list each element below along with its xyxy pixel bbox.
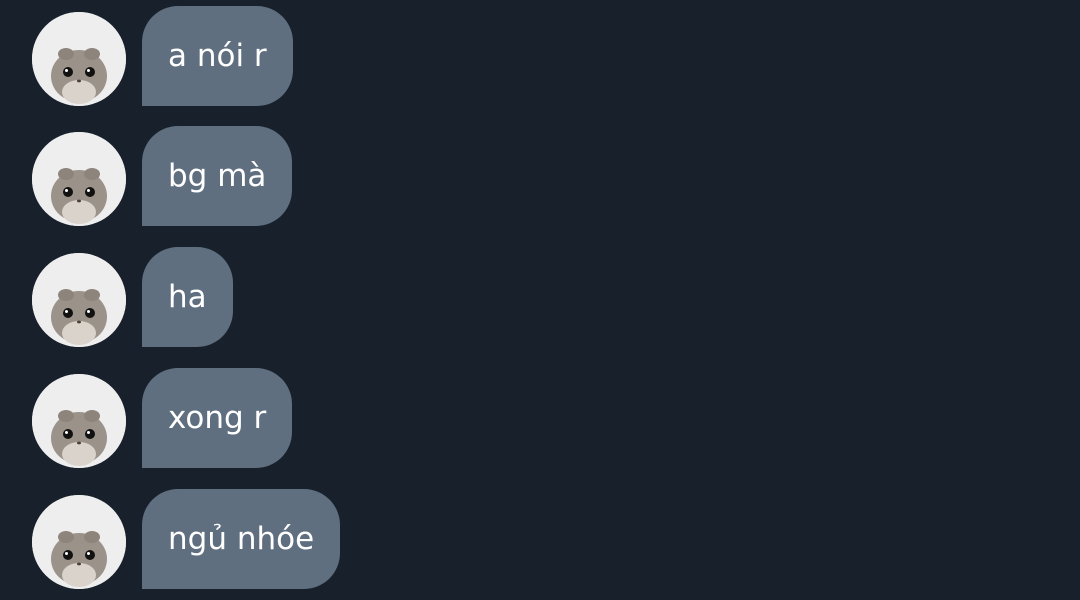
message-text: ngủ nhóe xyxy=(168,520,315,557)
message-row: ngủ nhóe xyxy=(0,489,1080,589)
message-bubble[interactable]: a nói r xyxy=(142,6,293,106)
hamster-avatar-icon[interactable] xyxy=(32,132,126,226)
chat-message-list: a nói r bg mà ha xong r ngủ nhóe xyxy=(0,0,1080,600)
message-text: bg mà xyxy=(168,157,267,194)
message-row: bg mà xyxy=(0,126,1080,226)
message-bubble[interactable]: bg mà xyxy=(142,126,293,226)
message-row: xong r xyxy=(0,368,1080,468)
message-text: a nói r xyxy=(168,37,267,74)
hamster-avatar-icon[interactable] xyxy=(32,495,126,589)
message-text: ha xyxy=(168,278,207,315)
message-text: xong r xyxy=(168,399,267,436)
message-row: ha xyxy=(0,247,1080,347)
hamster-avatar-icon[interactable] xyxy=(32,12,126,106)
hamster-avatar-icon[interactable] xyxy=(32,253,126,347)
message-bubble[interactable]: ha xyxy=(142,247,233,347)
message-bubble[interactable]: ngủ nhóe xyxy=(142,489,341,589)
message-row: a nói r xyxy=(0,6,1080,106)
message-bubble[interactable]: xong r xyxy=(142,368,293,468)
hamster-avatar-icon[interactable] xyxy=(32,374,126,468)
